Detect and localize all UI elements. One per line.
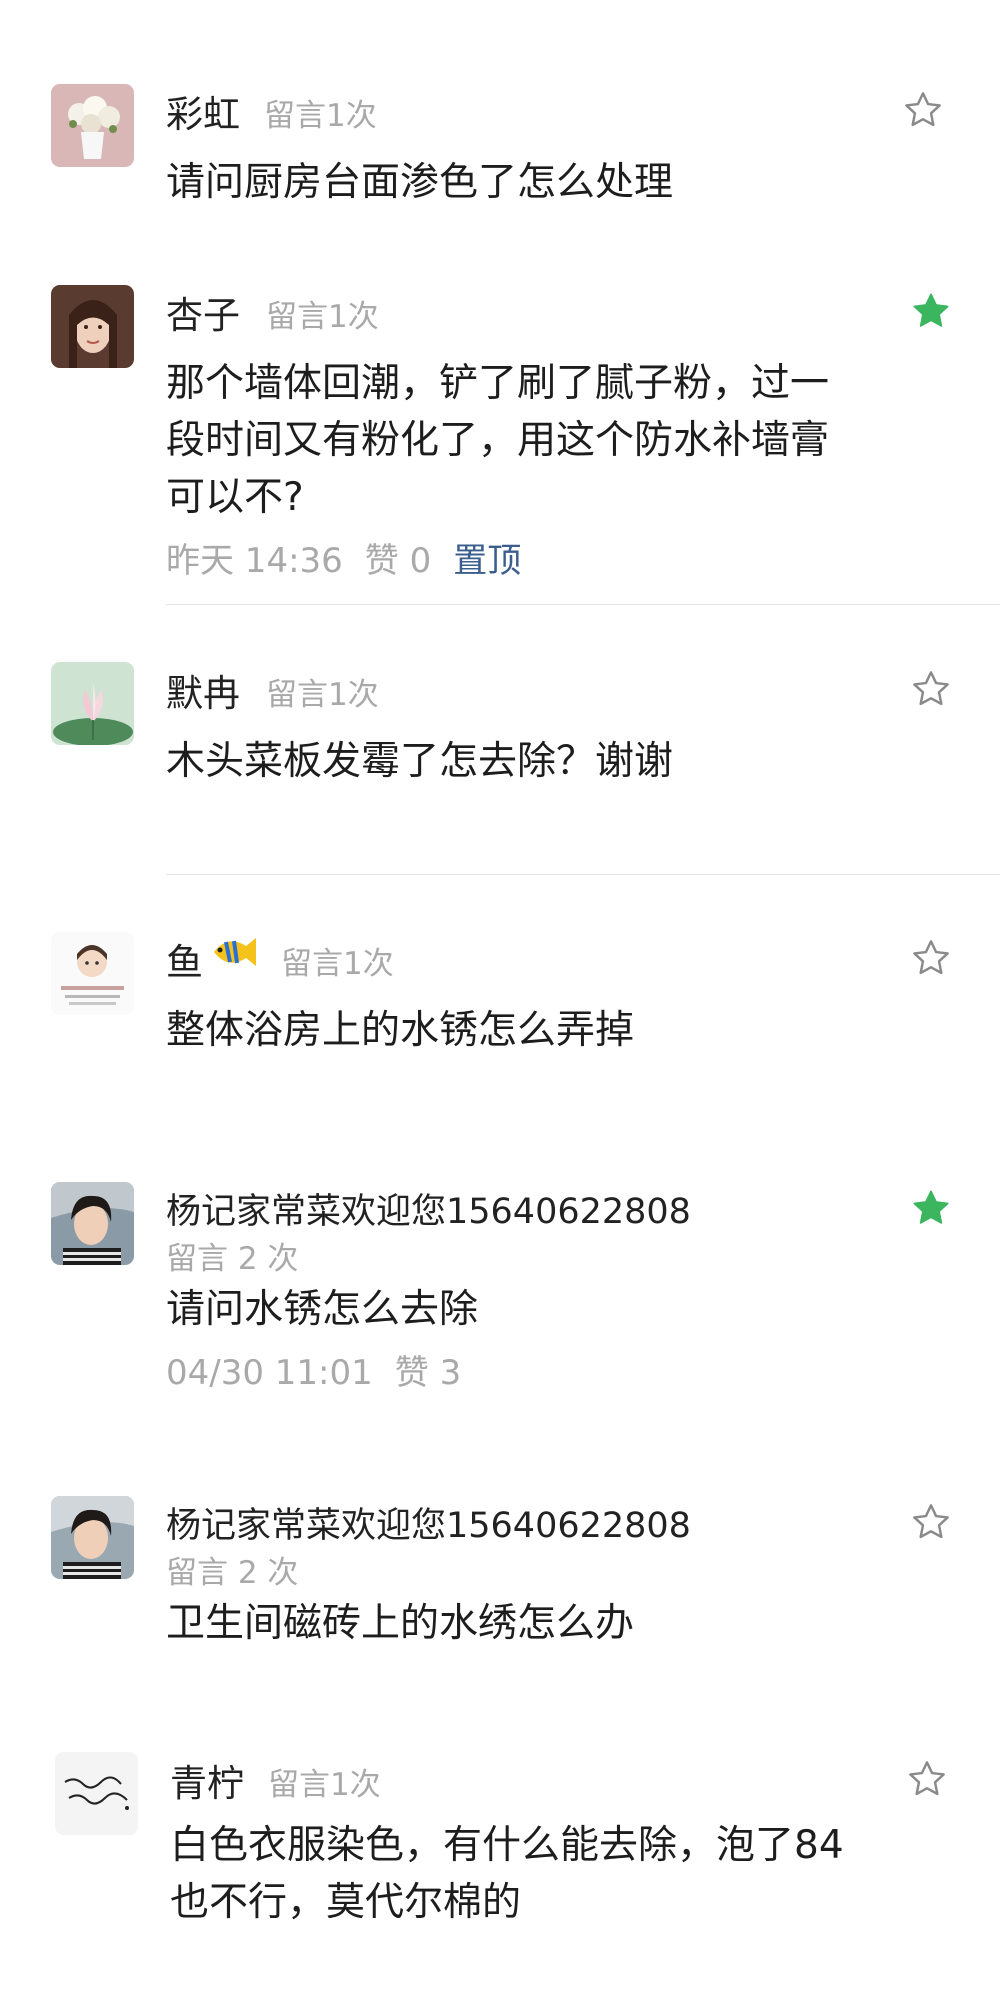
avatar[interactable] <box>51 1182 134 1265</box>
avatar[interactable] <box>51 932 134 1015</box>
star-filled-icon[interactable] <box>910 290 952 332</box>
commenter-name[interactable]: 默冉 <box>166 663 240 717</box>
avatar[interactable] <box>51 285 134 368</box>
star-outline-icon[interactable] <box>910 937 952 979</box>
star-outline-icon[interactable] <box>902 89 944 131</box>
commenter-name[interactable]: 杨记家常菜欢迎您15640622808 <box>166 1183 691 1234</box>
comment-count-badge: 留言 2 次 <box>166 1555 299 1591</box>
avatar[interactable] <box>51 662 134 745</box>
comment-time: 昨天 14:36 <box>166 541 343 581</box>
comment-count-badge: 留言 2 次 <box>166 1241 299 1277</box>
comment-count-badge: 留言1次 <box>268 1767 381 1803</box>
star-outline-icon[interactable] <box>910 1501 952 1543</box>
comment-count-badge: 留言1次 <box>264 98 377 134</box>
commenter-name[interactable]: 彩虹 <box>166 84 240 138</box>
avatar[interactable] <box>51 1496 134 1579</box>
star-outline-icon[interactable] <box>906 1758 948 1800</box>
star-filled-icon[interactable] <box>910 1187 952 1229</box>
fish-emoji-icon <box>206 932 260 972</box>
comment-text: 请问水锈怎么去除 <box>166 1287 479 1332</box>
comment-text: 木头菜板发霉了怎去除？谢谢 <box>166 739 674 784</box>
comment-text: 卫生间磁砖上的水绣怎么办 <box>166 1601 635 1646</box>
divider <box>166 874 1000 875</box>
comment-text: 整体浴房上的水锈怎么弄掉 <box>166 1008 635 1053</box>
comment-text: 请问厨房台面渗色了怎么处理 <box>166 160 674 205</box>
comment-time: 04/30 11:01 <box>166 1353 373 1393</box>
comment-count-badge: 留言1次 <box>281 946 394 982</box>
divider <box>166 604 1000 605</box>
comment-meta: 昨天 14:36 赞 0 置顶 <box>166 533 543 582</box>
like-button[interactable]: 赞 0 <box>365 541 431 581</box>
comment-meta: 04/30 11:01 赞 3 <box>166 1345 483 1394</box>
like-button[interactable]: 赞 3 <box>395 1353 461 1393</box>
comment-text: 白色衣服染色，有什么能去除，泡了84也不行，莫代尔棉的 <box>170 1823 844 1925</box>
pin-button[interactable]: 置顶 <box>453 541 521 581</box>
star-outline-icon[interactable] <box>910 668 952 710</box>
comment-text: 那个墙体回潮，铲了刷了腻子粉，过一段时间又有粉化了，用这个防水补墙膏可以不? <box>166 361 830 520</box>
comment-count-badge: 留言1次 <box>266 677 379 713</box>
commenter-name[interactable]: 杨记家常菜欢迎您15640622808 <box>166 1497 691 1548</box>
comment-count-badge: 留言1次 <box>266 299 379 335</box>
avatar[interactable] <box>55 1752 138 1835</box>
commenter-name[interactable]: 杏子 <box>166 285 240 339</box>
avatar[interactable] <box>51 84 134 167</box>
commenter-name[interactable]: 鱼 <box>166 932 203 986</box>
commenter-name[interactable]: 青柠 <box>170 1753 244 1807</box>
